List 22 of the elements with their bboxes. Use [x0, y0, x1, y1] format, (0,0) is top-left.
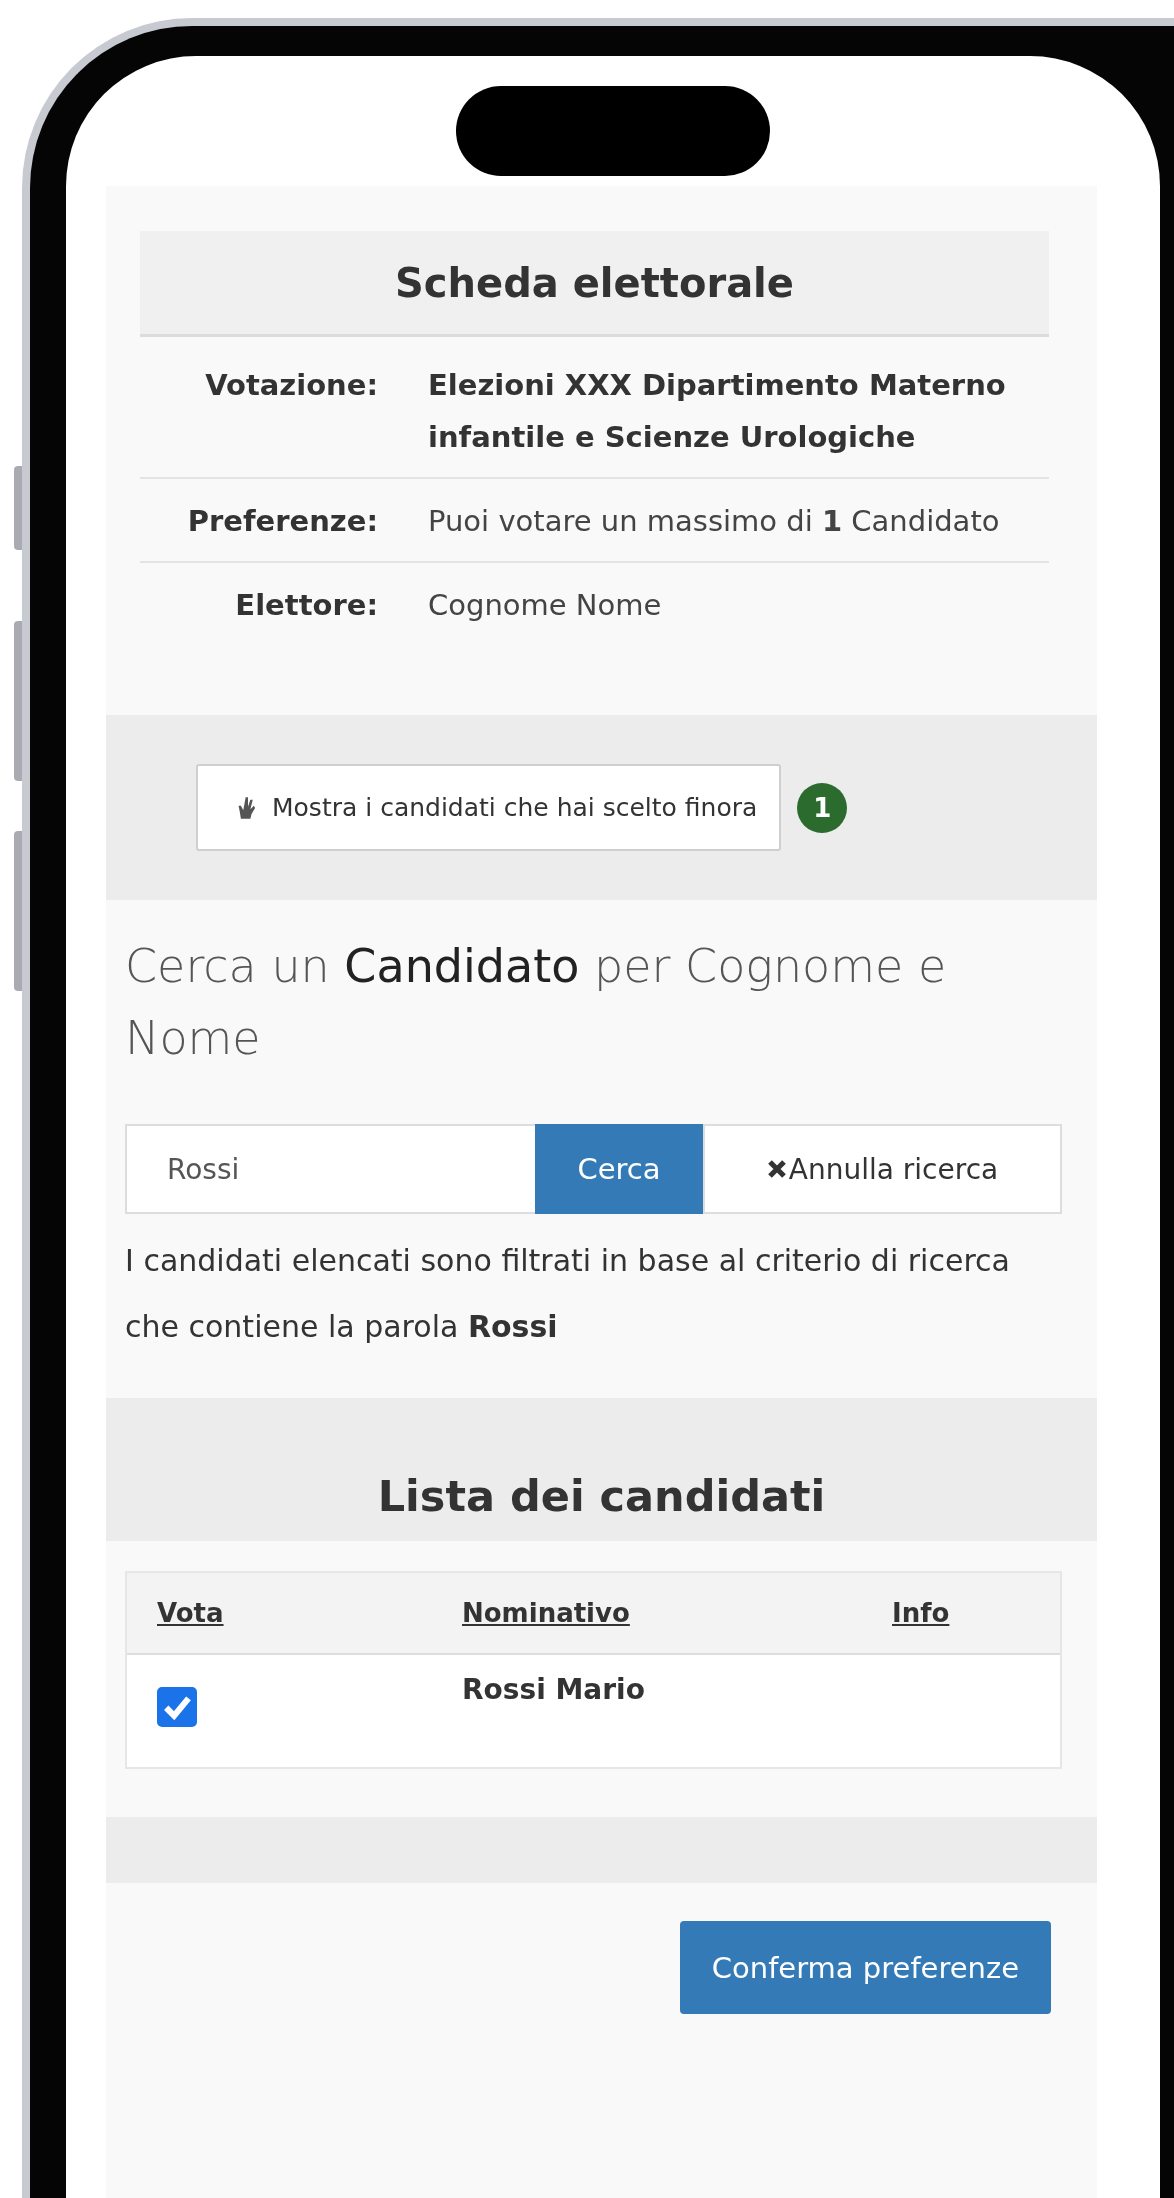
filter-note: I candidati elencati sono filtrati in base al criterio di ricerca che contiene la parola Rossi: [125, 1242, 1011, 1346]
field-value: Elezioni XXX Dipartimento Materno infantile e Scienze Urologiche: [428, 367, 1007, 456]
confirm-button[interactable]: Conferma preferenze: [679, 1921, 1051, 2014]
column-header[interactable]: Vota: [157, 1598, 224, 1628]
count-badge: 1: [797, 782, 848, 833]
search-heading: Cerca un Candidato per Cognome e Nome: [125, 938, 948, 1067]
field-label: Elettore:: [234, 587, 378, 624]
candidate-name: Rossi Mario: [462, 1673, 646, 1706]
search-field[interactable]: Rossi: [125, 1124, 535, 1214]
column-header[interactable]: Nominativo: [462, 1598, 630, 1628]
field-label: Preferenze:: [186, 503, 378, 540]
field-value: Cognome Nome: [428, 587, 663, 624]
clear-search-button[interactable]: Annulla ricerca: [703, 1124, 1062, 1214]
ballot-title: Scheda elettorale: [395, 259, 794, 306]
column-header[interactable]: Info: [892, 1598, 950, 1628]
field-label: Votazione:: [204, 367, 378, 404]
show-chosen-button[interactable]: Mostra i candidati che hai scelto finora: [196, 764, 782, 851]
search-button[interactable]: Cerca: [535, 1124, 703, 1214]
list-title: Lista dei candidati: [377, 1471, 826, 1521]
field-value: Puoi votare un massimo di 1 Candidato: [428, 503, 1001, 540]
vote-checkbox[interactable]: [157, 1687, 197, 1727]
close-icon: [766, 1159, 787, 1179]
